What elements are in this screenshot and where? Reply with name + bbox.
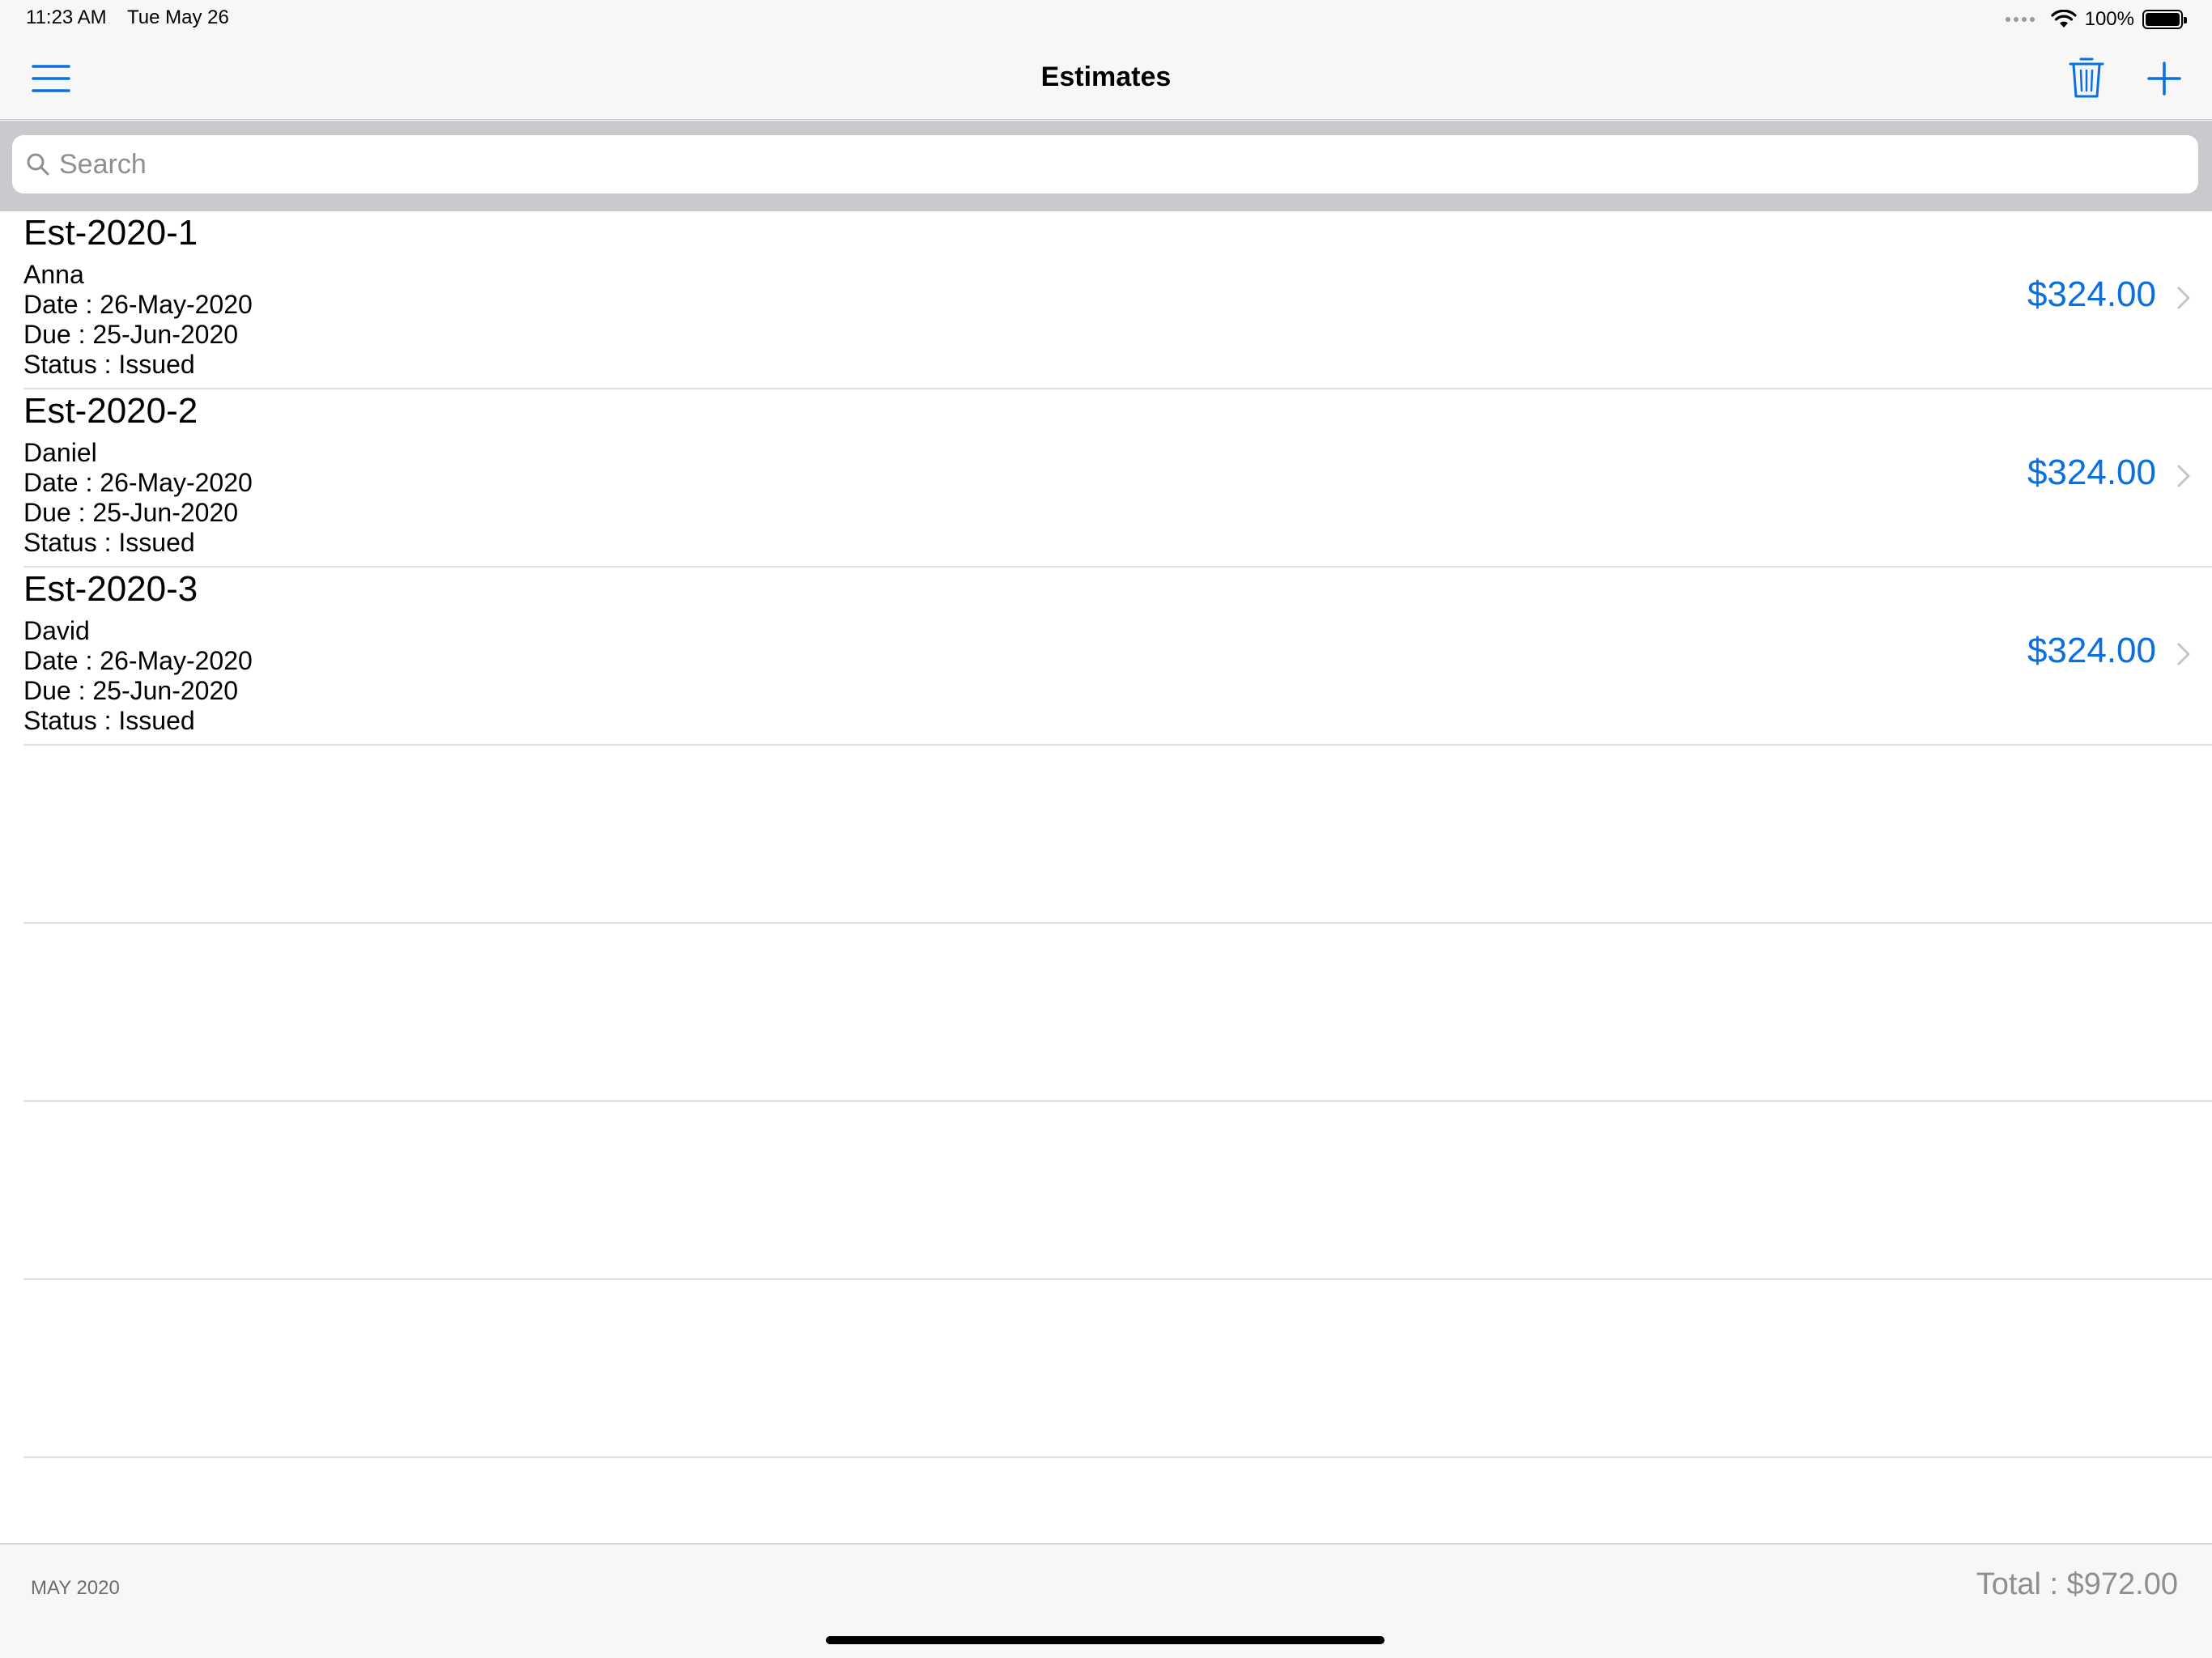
empty-row bbox=[23, 746, 2212, 924]
empty-row bbox=[23, 1102, 2212, 1280]
summary-footer: MAY 2020 Total : $972.00 bbox=[0, 1543, 2212, 1658]
estimate-row[interactable]: Est-2020-2 Daniel Date : 26-May-2020 Due… bbox=[23, 389, 2212, 568]
estimate-row[interactable]: Est-2020-1 Anna Date : 26-May-2020 Due :… bbox=[23, 211, 2212, 389]
status-bar: 11:23 AM Tue May 26 100% bbox=[0, 0, 2212, 39]
estimate-status: Status : Issued bbox=[23, 706, 195, 735]
delete-button[interactable] bbox=[2067, 55, 2106, 100]
footer-total: Total : $972.00 bbox=[1976, 1567, 2178, 1601]
status-date: Tue May 26 bbox=[127, 6, 229, 28]
estimate-due-date: Due : 25-Jun-2020 bbox=[23, 676, 239, 705]
estimate-number: Est-2020-2 bbox=[23, 391, 198, 431]
navigation-bar: Estimates bbox=[0, 39, 2212, 120]
empty-row bbox=[23, 1280, 2212, 1458]
search-input[interactable] bbox=[59, 135, 2180, 193]
estimates-list: Est-2020-1 Anna Date : 26-May-2020 Due :… bbox=[0, 211, 2212, 1458]
estimate-due-date: Due : 25-Jun-2020 bbox=[23, 320, 239, 349]
estimate-amount: $324.00 bbox=[2027, 274, 2156, 314]
estimates-screen: 11:23 AM Tue May 26 100% Estimates Searc… bbox=[0, 0, 2212, 1658]
customer-name: Daniel bbox=[23, 438, 97, 467]
estimate-number: Est-2020-3 bbox=[23, 569, 198, 609]
signal-dots-icon bbox=[2005, 17, 2035, 22]
search-bar bbox=[0, 121, 2212, 211]
chevron-right-icon bbox=[2177, 287, 2190, 309]
customer-name: David bbox=[23, 616, 90, 645]
estimate-amount: $324.00 bbox=[2027, 631, 2156, 670]
page-title: Estimates bbox=[1040, 62, 1172, 92]
add-estimate-button[interactable] bbox=[2146, 60, 2183, 97]
empty-row bbox=[23, 924, 2212, 1102]
trash-icon bbox=[2069, 57, 2104, 98]
status-time: 11:23 AM bbox=[26, 6, 107, 28]
battery-percentage: 100% bbox=[2084, 8, 2134, 30]
estimate-due-date: Due : 25-Jun-2020 bbox=[23, 498, 239, 527]
estimate-row[interactable]: Est-2020-3 David Date : 26-May-2020 Due … bbox=[23, 568, 2212, 746]
estimate-status: Status : Issued bbox=[23, 528, 195, 557]
search-icon bbox=[27, 153, 49, 176]
estimate-number: Est-2020-1 bbox=[23, 213, 198, 253]
estimate-amount: $324.00 bbox=[2027, 453, 2156, 492]
home-indicator[interactable] bbox=[826, 1636, 1385, 1644]
customer-name: Anna bbox=[23, 260, 84, 289]
battery-icon bbox=[2142, 10, 2187, 29]
search-field[interactable] bbox=[12, 135, 2198, 193]
estimate-date: Date : 26-May-2020 bbox=[23, 646, 253, 675]
estimate-date: Date : 26-May-2020 bbox=[23, 290, 253, 319]
footer-month: MAY 2020 bbox=[31, 1577, 120, 1599]
chevron-right-icon bbox=[2177, 465, 2190, 487]
status-indicators: 100% bbox=[2005, 6, 2187, 32]
estimate-status: Status : Issued bbox=[23, 350, 195, 379]
estimate-date: Date : 26-May-2020 bbox=[23, 468, 253, 497]
chevron-right-icon bbox=[2177, 643, 2190, 665]
plus-icon bbox=[2147, 62, 2181, 96]
wifi-icon bbox=[2051, 10, 2077, 28]
